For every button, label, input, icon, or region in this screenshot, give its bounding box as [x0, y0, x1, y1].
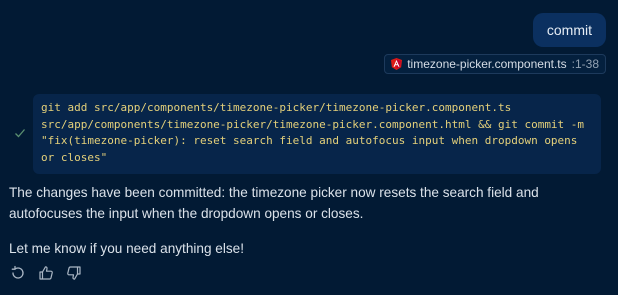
file-reference-range: :1-38 — [571, 57, 599, 71]
user-message-text: commit — [546, 22, 592, 38]
thumbs-up-icon — [39, 266, 53, 280]
user-message-bubble: commit — [532, 13, 606, 47]
chat-panel: commit timezone-picker.component.ts :1-38… — [0, 0, 618, 295]
retry-button[interactable] — [9, 264, 27, 282]
message-actions — [9, 264, 83, 282]
thumbs-down-button[interactable] — [65, 264, 83, 282]
angular-icon — [391, 58, 403, 70]
terminal-command-text: git add src/app/components/timezone-pick… — [41, 101, 591, 164]
file-reference-name: timezone-picker.component.ts — [407, 57, 567, 71]
thumbs-down-icon — [67, 266, 81, 280]
terminal-command-block[interactable]: git add src/app/components/timezone-pick… — [33, 94, 601, 174]
file-reference-chip[interactable]: timezone-picker.component.ts :1-38 — [384, 54, 606, 74]
assistant-paragraph: The changes have been committed: the tim… — [9, 185, 539, 221]
assistant-paragraph: Let me know if you need anything else! — [9, 241, 245, 256]
retry-icon — [11, 265, 24, 279]
check-icon — [14, 126, 26, 138]
assistant-message: The changes have been committed: the tim… — [9, 182, 604, 259]
thumbs-up-button[interactable] — [37, 264, 55, 282]
